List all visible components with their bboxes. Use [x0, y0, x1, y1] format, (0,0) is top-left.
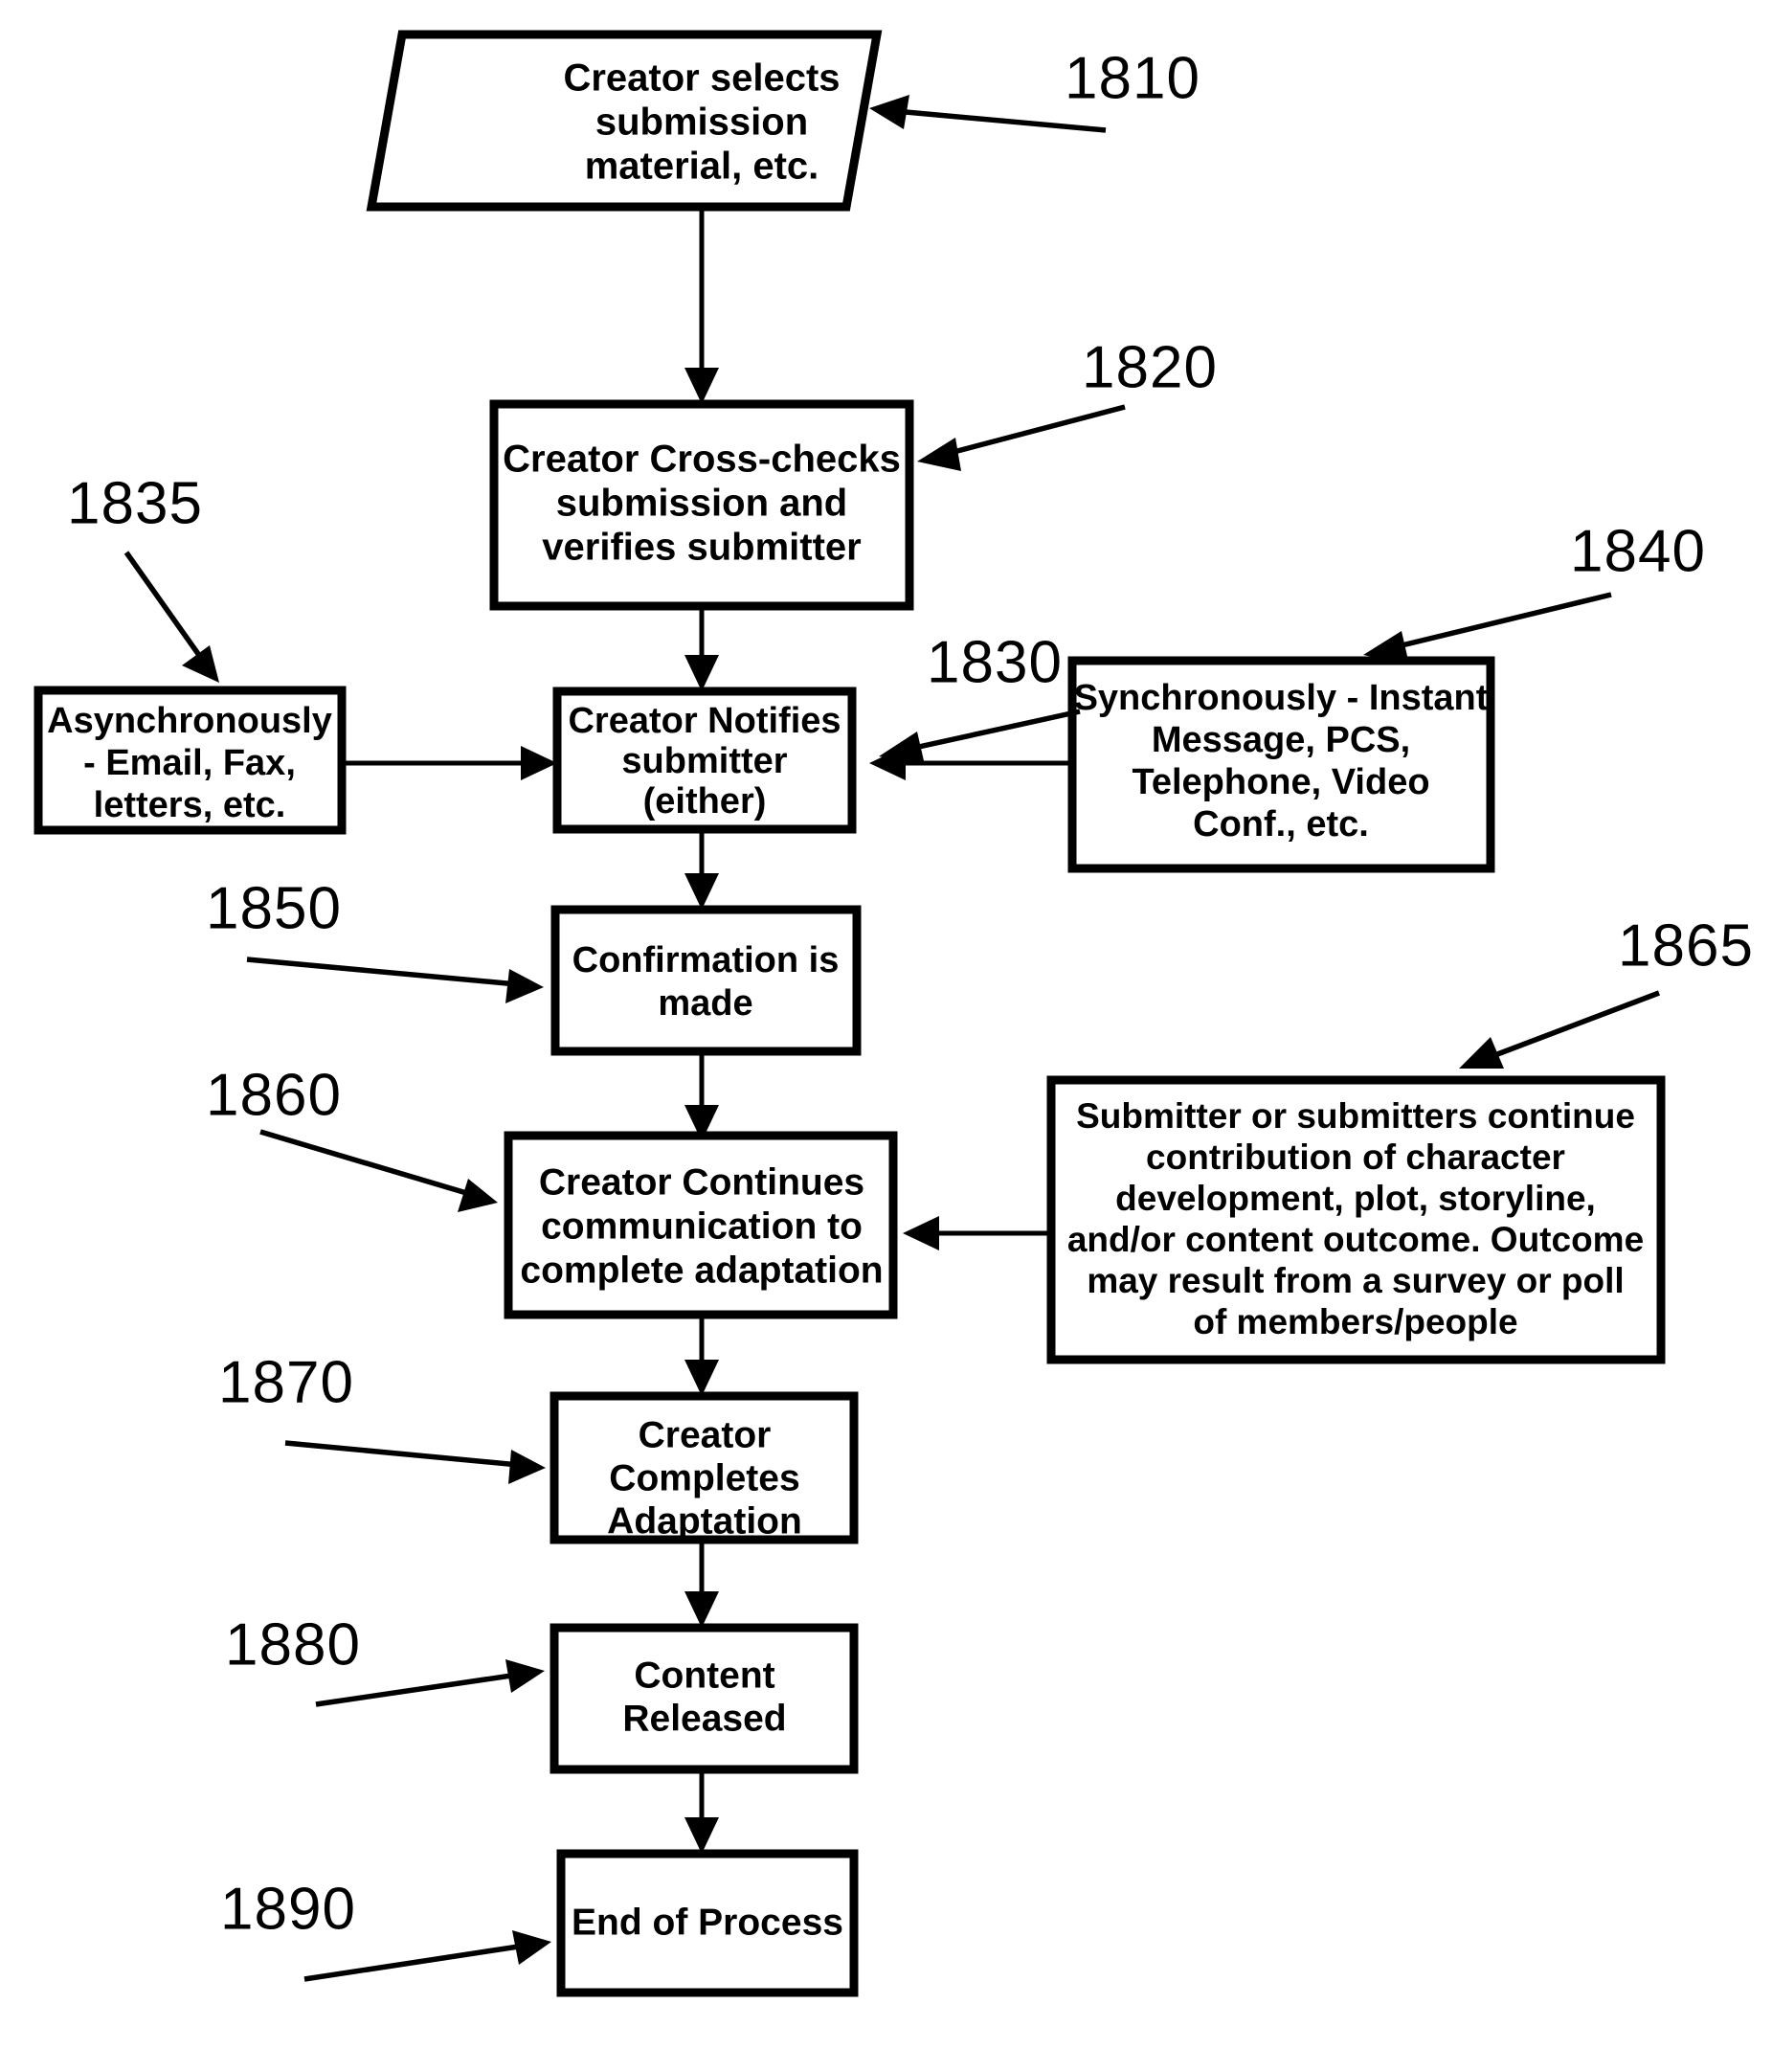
- node-1840-line-2: Message, PCS,: [1152, 720, 1410, 760]
- node-1890[interactable]: End of Process: [556, 1849, 859, 1997]
- leader-1850: [246, 957, 518, 987]
- leader-1865: [1484, 990, 1660, 1062]
- node-1865-line-3: development, plot, storyline,: [1115, 1179, 1596, 1218]
- node-1830-line-2: submitter: [621, 741, 787, 781]
- arrowhead-leader-1820: [917, 438, 961, 471]
- node-1865-line-2: contribution of character: [1146, 1137, 1565, 1177]
- ref-numeral-1890: 1890: [220, 1876, 356, 1942]
- node-1860[interactable]: Creator Continues communication to compl…: [504, 1131, 898, 1319]
- node-1870[interactable]: Creator Completes Adaptation: [550, 1391, 859, 1544]
- node-1835-line-2: - Email, Fax,: [83, 743, 296, 783]
- node-1890-line-1: End of Process: [572, 1902, 843, 1943]
- arrowhead-leader-1810: [869, 95, 909, 129]
- leader-1835: [123, 551, 206, 663]
- arrowhead-1835-1830: [521, 746, 557, 780]
- arrowhead-1860-1870: [684, 1360, 719, 1396]
- node-1880-line-1: Content: [634, 1655, 774, 1696]
- ref-numeral-1830: 1830: [927, 629, 1063, 695]
- node-1835-line-3: letters, etc.: [94, 785, 286, 825]
- ref-numeral-1880: 1880: [225, 1611, 361, 1678]
- node-1835-line-1: Asynchronously: [47, 701, 332, 741]
- arrowhead-1880-1890: [684, 1817, 719, 1854]
- ref-numeral-1860: 1860: [206, 1062, 342, 1128]
- leader-1830: [905, 709, 1081, 753]
- ref-numeral-1840: 1840: [1570, 518, 1706, 584]
- arrowhead-leader-1865: [1459, 1037, 1504, 1069]
- arrowhead-leader-1880: [505, 1659, 545, 1693]
- arrowhead-1820-1830: [684, 655, 719, 691]
- node-1840-line-4: Conf., etc.: [1193, 804, 1369, 845]
- node-1820-line-3: verifies submitter: [542, 527, 861, 569]
- leader-1810: [894, 108, 1107, 133]
- node-1850-line-1: Confirmation is: [572, 940, 840, 980]
- flowchart-canvas: Creator selects submission material, etc…: [34, 30, 1754, 1997]
- ref-numeral-1865: 1865: [1618, 912, 1754, 979]
- leader-1880: [315, 1672, 519, 1707]
- arrowhead-1870-1880: [684, 1591, 719, 1628]
- node-1870-line-2: Completes: [609, 1457, 799, 1498]
- node-1870-line-3: Adaptation: [607, 1500, 802, 1542]
- arrowhead-1810-1820: [684, 368, 719, 404]
- reference-leaders: [123, 95, 1660, 1982]
- node-1865-line-4: and/or content outcome. Outcome: [1067, 1220, 1644, 1259]
- node-1810-line-3: material, etc.: [585, 146, 819, 188]
- arrowhead-leader-1850: [505, 969, 544, 1003]
- node-1835[interactable]: Asynchronously - Email, Fax, letters, et…: [34, 686, 347, 835]
- leader-1820: [942, 404, 1126, 458]
- leader-1860: [259, 1129, 474, 1198]
- ref-numeral-1850: 1850: [206, 875, 342, 941]
- arrowhead-leader-1870: [508, 1450, 546, 1484]
- node-1840-line-1: Synchronously - Instant: [1074, 678, 1489, 718]
- node-1810-line-2: submission: [595, 101, 808, 144]
- node-1865-line-6: of members/people: [1193, 1302, 1517, 1341]
- node-1840[interactable]: Synchronously - Instant Message, PCS, Te…: [1067, 656, 1495, 873]
- node-1830-line-3: (either): [643, 781, 767, 822]
- node-1850[interactable]: Confirmation is made: [550, 905, 862, 1056]
- node-1860-line-1: Creator Continues: [539, 1161, 864, 1203]
- node-1810[interactable]: Creator selects submission material, etc…: [366, 30, 883, 212]
- node-1820-line-1: Creator Cross-checks: [503, 439, 901, 481]
- arrowhead-1830-1850: [684, 873, 719, 910]
- node-1830-line-1: Creator Notifies: [568, 701, 841, 741]
- node-1865-line-1: Submitter or submitters continue: [1076, 1096, 1635, 1136]
- node-1865[interactable]: Submitter or submitters continue contrib…: [1046, 1075, 1666, 1364]
- flowchart-diagram: Creator selects submission material, etc…: [0, 0, 1772, 2072]
- node-1860-line-2: communication to: [541, 1205, 863, 1247]
- leader-1870: [284, 1440, 520, 1468]
- reference-numerals: 1810 1820 1830 1835 1840 1850 1860 1865 …: [67, 45, 1754, 1942]
- arrowhead-1865-1860: [903, 1216, 939, 1250]
- arrowhead-leader-1835: [182, 645, 219, 683]
- node-1820-line-2: submission and: [556, 483, 848, 525]
- leader-1840: [1389, 592, 1612, 651]
- node-1810-line-1: Creator selects: [563, 57, 840, 100]
- node-1860-line-3: complete adaptation: [520, 1250, 883, 1291]
- ref-numeral-1835: 1835: [67, 470, 203, 536]
- leader-1890: [303, 1943, 526, 1982]
- node-1880-line-2: Released: [622, 1698, 786, 1739]
- node-1840-line-3: Telephone, Video: [1132, 762, 1429, 802]
- node-1820[interactable]: Creator Cross-checks submission and veri…: [489, 399, 914, 611]
- node-1870-line-1: Creator: [639, 1414, 772, 1455]
- node-1880[interactable]: Content Released: [550, 1623, 859, 1774]
- arrowhead-leader-1860: [458, 1179, 498, 1212]
- ref-numeral-1810: 1810: [1065, 45, 1200, 111]
- ref-numeral-1820: 1820: [1082, 334, 1218, 400]
- node-1850-line-2: made: [658, 983, 752, 1024]
- node-1865-line-5: may result from a survey or poll: [1087, 1261, 1624, 1300]
- arrowhead-leader-1890: [512, 1930, 551, 1965]
- ref-numeral-1870: 1870: [218, 1349, 354, 1415]
- node-1830[interactable]: Creator Notifies submitter (either): [552, 687, 857, 834]
